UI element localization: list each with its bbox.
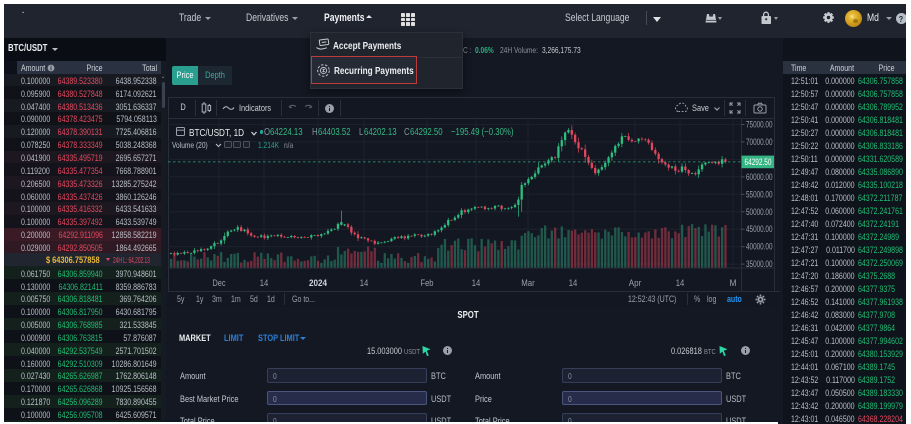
svg-text:14: 14 xyxy=(676,278,685,288)
svg-text:75000.00: 75000.00 xyxy=(746,120,773,130)
svg-text:M: M xyxy=(730,278,737,288)
svg-text:14: 14 xyxy=(360,278,369,288)
svg-text:Mar: Mar xyxy=(521,278,535,288)
svg-text:40000.00: 40000.00 xyxy=(746,242,773,252)
svg-text:50000.00: 50000.00 xyxy=(746,207,773,217)
svg-text:45000.00: 45000.00 xyxy=(746,224,773,234)
svg-text:55000.00: 55000.00 xyxy=(746,189,773,199)
svg-text:Dec: Dec xyxy=(213,278,226,288)
svg-text:60000.00: 60000.00 xyxy=(746,172,773,182)
svg-text:70000.00: 70000.00 xyxy=(746,137,773,147)
svg-text:14: 14 xyxy=(260,278,269,288)
svg-text:Feb: Feb xyxy=(421,278,434,288)
svg-text:14: 14 xyxy=(472,278,481,288)
svg-text:14: 14 xyxy=(569,278,578,288)
svg-text:Apr: Apr xyxy=(629,278,642,288)
svg-text:35000.00: 35000.00 xyxy=(746,259,773,269)
svg-text:64292.50: 64292.50 xyxy=(745,157,772,167)
svg-text:2024: 2024 xyxy=(309,278,327,288)
